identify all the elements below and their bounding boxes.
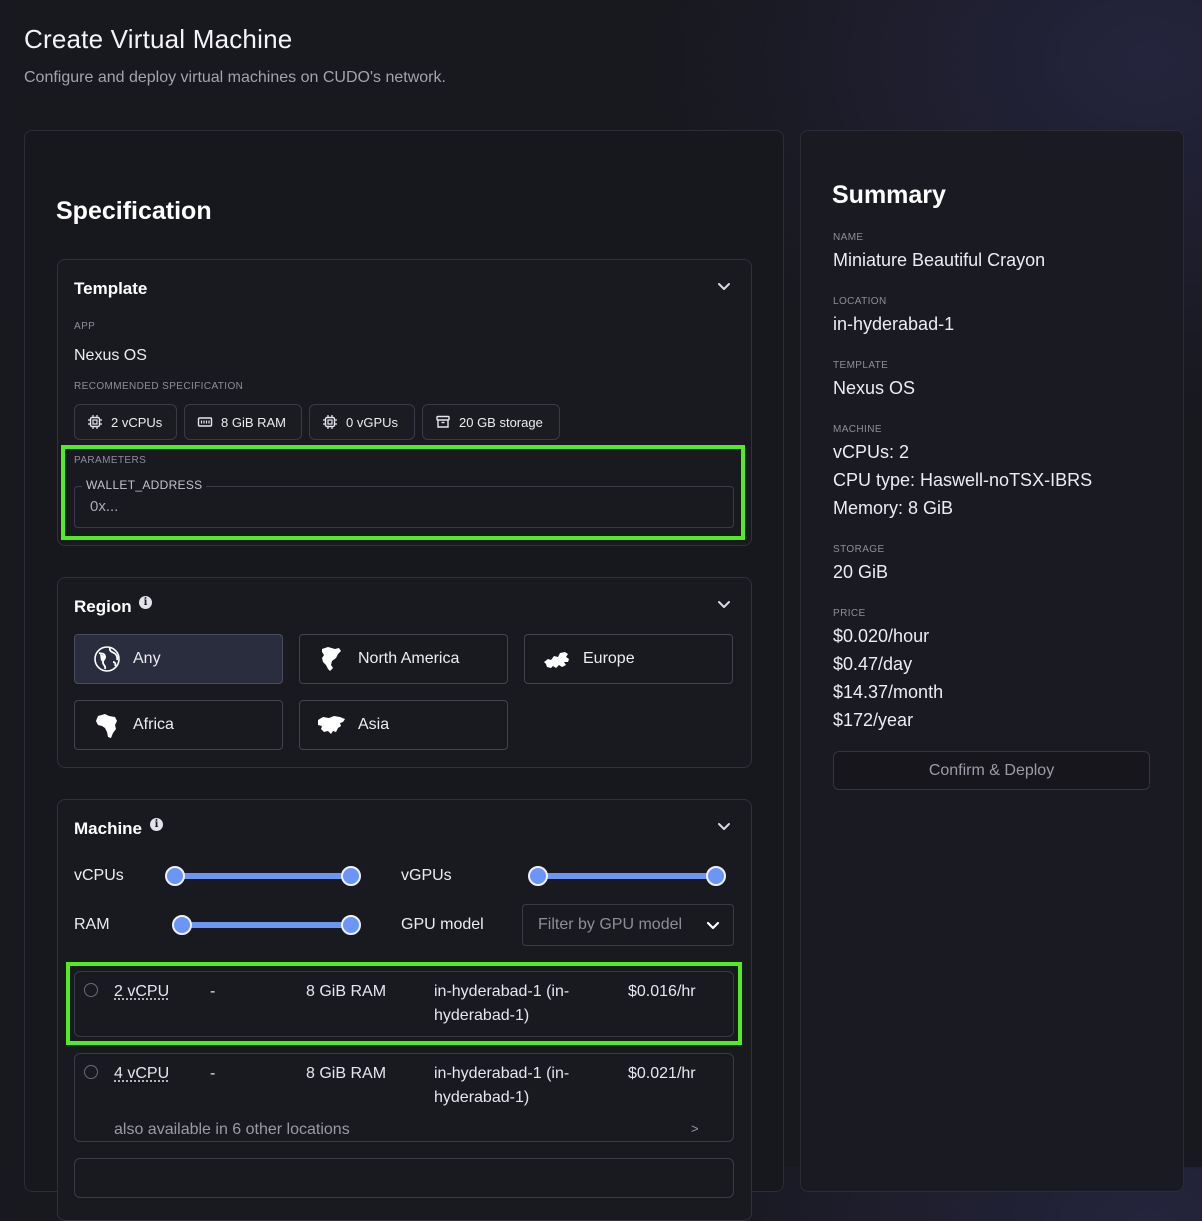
machine-title: Machine [74,819,143,838]
chip-storage-label: 20 GB storage [459,414,543,430]
summary-price-hour: $0.020/hour [833,626,930,646]
summary-name: Miniature Beautiful Crayon [833,250,1046,270]
summary-template-label: TEMPLATE [833,360,889,371]
summary-location: in-hyderabad-1 [833,314,955,334]
summary-price-month: $14.37/month [833,682,944,702]
machine-row-location-cont: hyderabad-1) [434,1089,530,1106]
summary-price-day: $0.47/day [833,654,913,674]
storage-archive-icon [436,415,450,428]
machine-row-gpu: - [210,1065,216,1082]
summary-machine-vcpus: vCPUs: 2 [833,442,910,462]
machine-row-gpu: - [210,983,216,1000]
expand-arrow-icon[interactable]: > [691,1117,699,1141]
page-subtitle: Configure and deploy virtual machines on… [24,69,446,86]
other-locations-link[interactable]: also available in 6 other locations [114,1118,350,1142]
chevron-down-icon[interactable] [714,594,734,614]
region-option-any-label: Any [133,650,161,667]
machine-row-radio[interactable] [84,983,98,997]
vcpus-slider-track[interactable] [176,873,351,879]
chip-ram: 8 GiB RAM [184,404,302,440]
gpu-model-label: GPU model [401,916,484,933]
north-america-icon [322,647,341,671]
summary-storage: 20 GiB [833,562,889,582]
machine-row-next[interactable] [74,1158,734,1198]
summary-storage-label: STORAGE [833,544,885,555]
page-title: Create Virtual Machine [24,24,293,54]
wallet-address-input[interactable]: 0x... [90,498,118,515]
vcpus-slider-max-thumb[interactable] [341,866,361,886]
summary-location-label: LOCATION [833,296,887,307]
info-icon[interactable]: i [150,818,163,831]
ram-slider-min-thumb[interactable] [172,915,192,935]
summary-machine-memory: Memory: 8 GiB [833,498,954,518]
region-option-africa[interactable]: Africa [74,700,283,750]
machine-row-price: $0.021/hr [628,1065,696,1082]
ram-label: RAM [74,916,110,933]
chevron-down-icon[interactable] [714,816,734,836]
summary-machine-label: MACHINE [833,424,882,435]
template-title: Template [74,279,148,298]
ram-slider-track[interactable] [183,922,351,928]
info-icon[interactable]: i [139,596,152,609]
region-option-asia-label: Asia [358,716,390,733]
recommended-spec-label: RECOMMENDED SPECIFICATION [74,381,244,392]
machine-row-ram: 8 GiB RAM [306,983,387,1000]
region-option-africa-label: Africa [133,716,174,733]
gpu-model-placeholder: Filter by GPU model [538,916,683,933]
machine-row-cpu: 4 vCPU [114,1065,170,1082]
chevron-down-icon[interactable] [714,276,734,296]
machine-row-ram: 8 GiB RAM [306,1065,387,1082]
wallet-address-field[interactable] [74,486,734,528]
summary-machine-cpu-type: CPU type: Haswell-noTSX-IBRS [833,470,1093,490]
wallet-address-label: WALLET_ADDRESS [82,478,207,492]
ram-slider-max-thumb[interactable] [341,915,361,935]
summary-template: Nexus OS [833,378,916,398]
chip-vcpus: 2 vCPUs [74,404,177,440]
vcpus-slider-min-thumb[interactable] [165,866,185,886]
vcpus-label: vCPUs [74,867,124,884]
specification-heading: Specification [56,197,212,225]
chip-vgpus: 0 vGPUs [309,404,415,440]
cpu-chip-icon [88,415,102,429]
africa-icon [96,714,117,738]
chip-ram-label: 8 GiB RAM [221,414,287,430]
machine-row-price: $0.016/hr [628,983,696,1000]
region-option-asia[interactable]: Asia [299,700,508,750]
region-title: Region [74,597,132,616]
machine-row-cpu: 2 vCPU [114,983,170,1000]
confirm-deploy-button[interactable]: Confirm & Deploy [833,751,1150,790]
region-option-europe[interactable]: Europe [524,634,733,684]
vgpus-label: vGPUs [401,867,452,884]
machine-row-location: in-hyderabad-1 (in- [434,1065,570,1082]
parameters-label: PARAMETERS [74,455,147,466]
chip-storage: 20 GB storage [422,404,560,440]
globe-icon [94,646,120,672]
region-option-north-america[interactable]: North America [299,634,508,684]
summary-name-label: NAME [833,232,864,243]
region-option-europe-label: Europe [583,650,635,667]
europe-icon [544,652,569,668]
chevron-down-icon[interactable] [703,915,723,935]
app-value: Nexus OS [74,347,147,364]
summary-price-year: $172/year [833,710,914,730]
gpu-chip-icon [323,415,337,429]
vgpus-slider-min-thumb[interactable] [528,866,548,886]
region-option-north-america-label: North America [358,650,460,667]
machine-row-location-cont: hyderabad-1) [434,1007,530,1024]
chip-vgpus-label: 0 vGPUs [346,414,399,430]
machine-row-radio[interactable] [84,1065,98,1079]
summary-price-label: PRICE [833,608,866,619]
vgpus-slider-max-thumb[interactable] [706,866,726,886]
memory-icon [197,417,213,427]
vgpus-slider-track[interactable] [539,873,716,879]
chip-vcpus-label: 2 vCPUs [111,414,163,430]
machine-row-location: in-hyderabad-1 (in- [434,983,570,1000]
summary-heading: Summary [832,181,946,209]
app-label: APP [74,321,96,332]
asia-icon [318,716,345,734]
region-option-any[interactable]: Any [74,634,283,684]
